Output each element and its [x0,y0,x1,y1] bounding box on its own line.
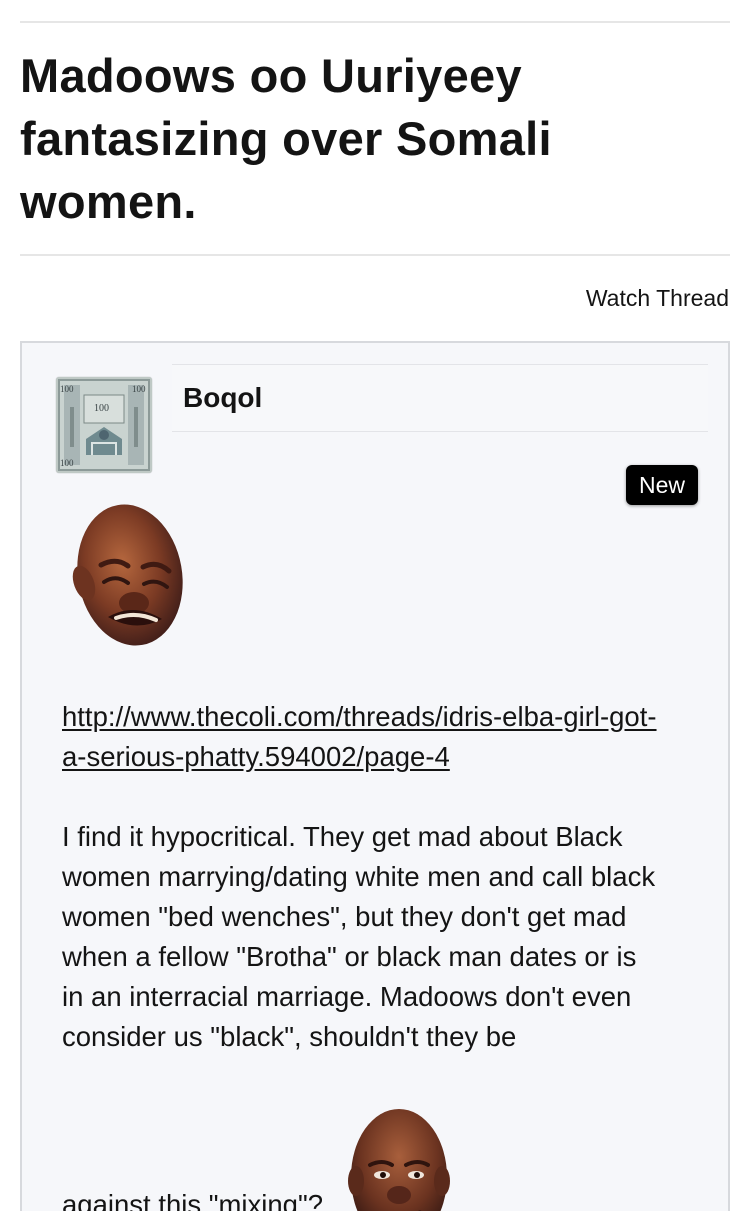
thread-page: Madoows oo Uuriyeey fantasizing over Som… [0,0,750,1211]
svg-text:100: 100 [132,384,146,394]
new-badge: New [626,465,698,505]
thread-title: Madoows oo Uuriyeey fantasizing over Som… [20,49,552,228]
post-paragraph-cutoff: against this "mixing"? [62,1189,324,1211]
post-author-name[interactable]: Boqol [183,382,262,414]
post-paragraph: I find it hypocritical. They get mad abo… [62,821,656,1052]
post-body: http://www.thecoli.com/threads/idris-elb… [62,697,662,1057]
thread-external-link[interactable]: http://www.thecoli.com/threads/idris-elb… [62,701,657,772]
svg-text:100: 100 [60,384,74,394]
user-avatar[interactable]: 100 100 100 100 [56,377,152,473]
post-user-header: Boqol [172,364,708,432]
svg-text:100: 100 [60,458,74,468]
watch-thread-link[interactable]: Watch Thread [586,285,729,312]
svg-text:100: 100 [94,403,109,414]
thread-title-block: Madoows oo Uuriyeey fantasizing over Som… [20,44,720,233]
somali-banknote-avatar-icon: 100 100 100 100 [56,377,152,473]
title-divider [20,254,730,256]
crying-jordan-face-icon [72,504,183,646]
forum-post: 100 100 100 100 Boqol New http://www.the… [20,341,730,1211]
smirking-jordan-face-icon [348,1109,450,1211]
top-divider [20,21,730,23]
